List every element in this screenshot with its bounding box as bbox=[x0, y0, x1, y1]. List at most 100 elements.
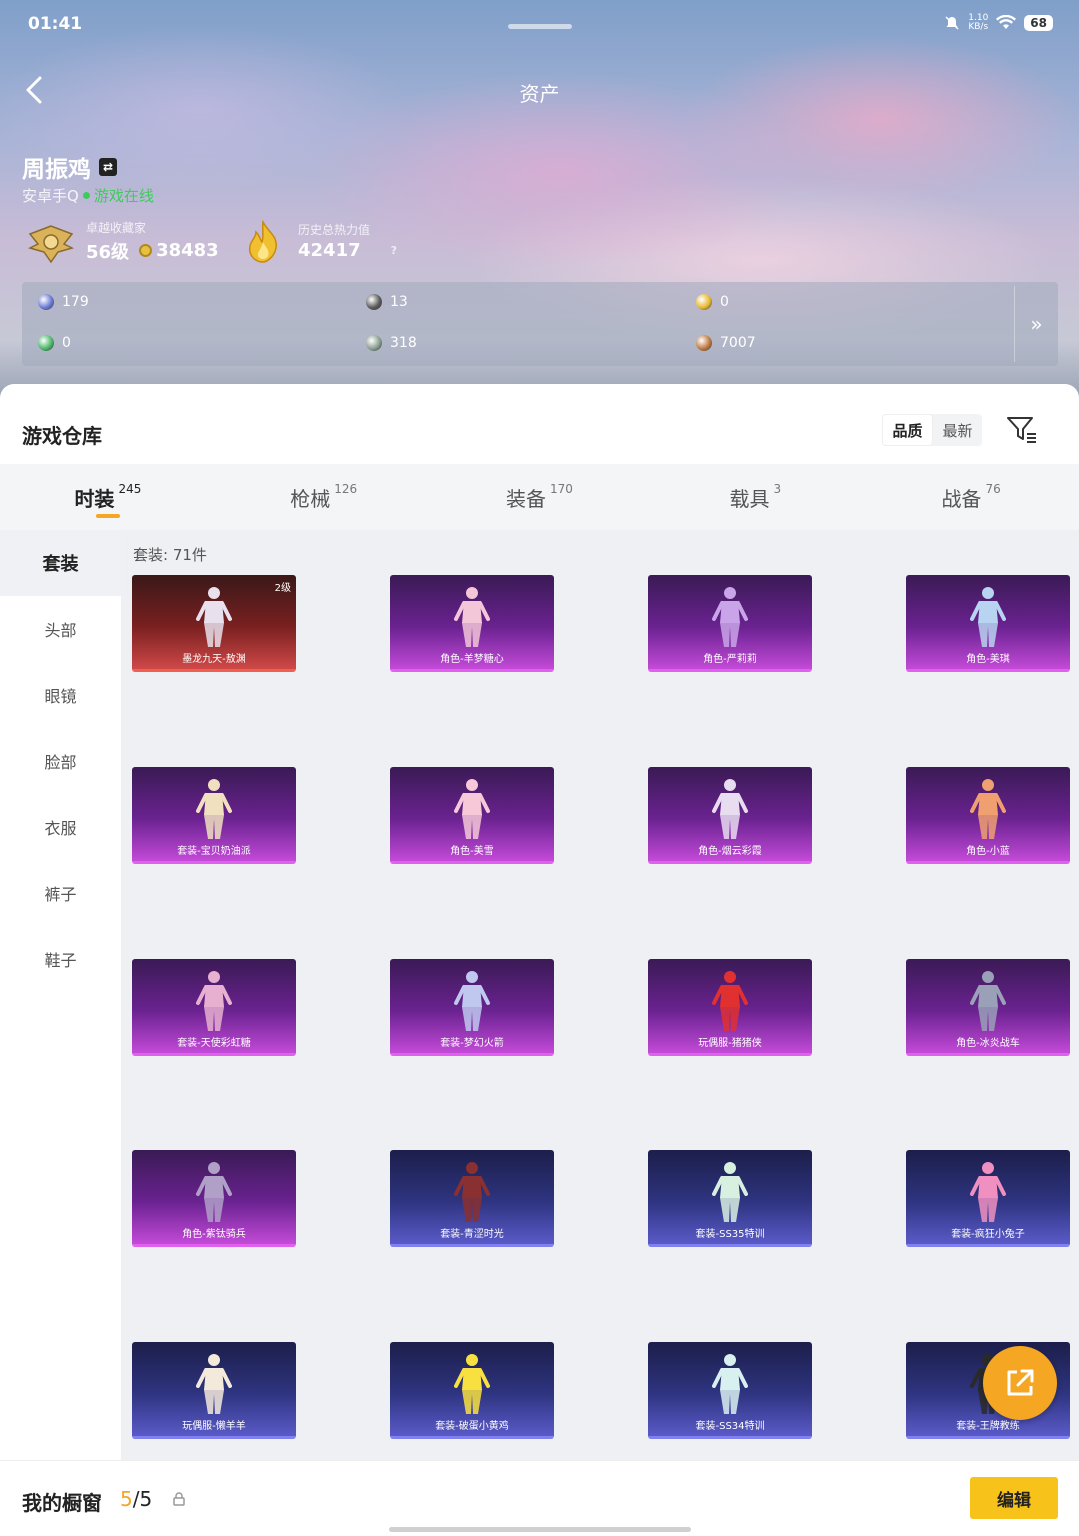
page-title: 资产 bbox=[519, 82, 560, 106]
double-chevron-right-icon: » bbox=[1030, 312, 1043, 336]
character-figure-icon bbox=[970, 1162, 1006, 1222]
grid-item[interactable]: 套装-SS35特训 bbox=[648, 1150, 812, 1247]
help-icon[interactable]: ? bbox=[391, 244, 397, 257]
grid-item[interactable]: 角色-小蓝 bbox=[906, 767, 1070, 864]
bronze-coin-icon bbox=[696, 335, 712, 351]
player-name: 周振鸡 ⇄ bbox=[22, 150, 117, 184]
grid-item[interactable]: 玩偶服-猪猪侠 bbox=[648, 959, 812, 1056]
card-icon bbox=[38, 294, 54, 310]
showcase-label: 我的橱窗 bbox=[22, 1491, 102, 1515]
grid-item[interactable]: 套装-破蛋小黄鸡 bbox=[390, 1342, 554, 1439]
character-figure-icon bbox=[454, 1354, 490, 1414]
grid-item[interactable]: 角色-严莉莉 bbox=[648, 575, 812, 672]
side-item-head[interactable]: 头部 bbox=[0, 596, 121, 662]
edit-button[interactable]: 编辑 bbox=[970, 1477, 1058, 1519]
grid-item[interactable]: 套装-疯狂小兔子 bbox=[906, 1150, 1070, 1247]
grid-item[interactable]: 套装-天使彩虹糖 bbox=[132, 959, 296, 1056]
side-item-pants[interactable]: 裤子 bbox=[0, 860, 121, 926]
resource-item: 7007 bbox=[696, 335, 756, 351]
grid-item[interactable]: 套装-青涩时光 bbox=[390, 1150, 554, 1247]
tab-fashion[interactable]: 时装 245 bbox=[0, 464, 216, 530]
showcase-bar: 我的橱窗 5/5 编辑 bbox=[0, 1460, 1079, 1536]
resources-expand-button[interactable]: » bbox=[1014, 286, 1058, 362]
resource-item: 0 bbox=[38, 335, 71, 351]
grid-item[interactable]: 角色-冰炎战车 bbox=[906, 959, 1070, 1056]
tab-equipment[interactable]: 装备 170 bbox=[432, 464, 648, 530]
character-figure-icon bbox=[712, 1354, 748, 1414]
drag-handle bbox=[508, 24, 572, 29]
item-label: 玩偶服-懒羊羊 bbox=[182, 1421, 246, 1432]
resource-item: 318 bbox=[366, 335, 417, 351]
grid-title: 套装: 71件 bbox=[133, 546, 207, 564]
collector-badge[interactable]: 卓越收藏家 56级 38483 bbox=[26, 218, 219, 264]
item-label: 套装-SS34特训 bbox=[695, 1421, 765, 1432]
item-label: 角色-羊梦糖心 bbox=[440, 654, 504, 665]
grid-item[interactable]: 套装-SS34特训 bbox=[648, 1342, 812, 1439]
item-label: 套装-王牌教练 bbox=[956, 1421, 1020, 1432]
grid-item[interactable]: 角色-美琪 bbox=[906, 575, 1070, 672]
coin-icon bbox=[139, 244, 153, 257]
character-figure-icon bbox=[196, 779, 232, 839]
character-figure-icon bbox=[712, 587, 748, 647]
grid-item[interactable]: 2级 墨龙九天-敖渊 bbox=[132, 575, 296, 672]
side-item-glasses[interactable]: 眼镜 bbox=[0, 662, 121, 728]
item-label: 套装-SS35特训 bbox=[695, 1229, 765, 1240]
share-button[interactable] bbox=[983, 1346, 1057, 1420]
item-label: 角色-严莉莉 bbox=[703, 654, 757, 665]
heat-value: 42417 bbox=[298, 240, 361, 261]
grid-item[interactable]: 玩偶服-懒羊羊 bbox=[132, 1342, 296, 1439]
character-figure-icon bbox=[196, 587, 232, 647]
tab-active-indicator bbox=[95, 514, 120, 518]
character-figure-icon bbox=[970, 587, 1006, 647]
item-label: 套装-青涩时光 bbox=[440, 1229, 504, 1240]
side-item-clothes[interactable]: 衣服 bbox=[0, 794, 121, 860]
mute-bell-icon bbox=[945, 16, 959, 30]
switch-account-icon[interactable]: ⇄ bbox=[99, 158, 117, 176]
grid-item[interactable]: 角色-紫钛骑兵 bbox=[132, 1150, 296, 1247]
tab-supplies[interactable]: 战备 76 bbox=[863, 464, 1079, 530]
character-figure-icon bbox=[970, 971, 1006, 1031]
character-figure-icon bbox=[454, 971, 490, 1031]
grid-item[interactable]: 角色-美雪 bbox=[390, 767, 554, 864]
warehouse-title: 游戏仓库 bbox=[22, 424, 102, 448]
flame-icon bbox=[248, 219, 277, 263]
character-figure-icon bbox=[970, 779, 1006, 839]
grid-item[interactable]: 套装-梦幻火箭 bbox=[390, 959, 554, 1056]
side-item-shoes[interactable]: 鞋子 bbox=[0, 926, 121, 992]
item-label: 角色-小蓝 bbox=[966, 846, 1010, 857]
tab-vehicles[interactable]: 载具 3 bbox=[647, 464, 863, 530]
character-figure-icon bbox=[454, 587, 490, 647]
item-label: 角色-冰炎战车 bbox=[956, 1038, 1020, 1049]
item-label: 角色-紫钛骑兵 bbox=[182, 1229, 246, 1240]
character-figure-icon bbox=[712, 971, 748, 1031]
profile-header: 01:41 1.10 KB/s 68 资产 周振鸡 ⇄ 安卓手Q 游戏在线 卓越收… bbox=[0, 0, 1079, 400]
heat-label: 历史总热力值 bbox=[298, 223, 371, 237]
sort-newest[interactable]: 最新 bbox=[933, 414, 982, 446]
lock-icon bbox=[173, 1492, 185, 1506]
heat-badge[interactable]: 历史总热力值 42417 ? bbox=[238, 218, 397, 264]
character-figure-icon bbox=[454, 1162, 490, 1222]
player-platform: 安卓手Q 游戏在线 bbox=[22, 187, 154, 205]
net-speed: 1.10 KB/s bbox=[968, 13, 989, 32]
status-bar: 01:41 1.10 KB/s 68 bbox=[28, 14, 1053, 40]
collector-level: 56级 bbox=[86, 241, 130, 263]
item-label: 角色-美琪 bbox=[966, 654, 1010, 665]
filter-icon[interactable] bbox=[1005, 414, 1039, 444]
wifi-icon bbox=[996, 15, 1017, 29]
character-figure-icon bbox=[196, 1354, 232, 1414]
tab-weapons[interactable]: 枪械 126 bbox=[216, 464, 432, 530]
green-ticket-icon bbox=[38, 335, 54, 351]
sort-quality[interactable]: 品质 bbox=[882, 414, 933, 446]
grid-item[interactable]: 套装-宝贝奶油派 bbox=[132, 767, 296, 864]
item-label: 套装-天使彩虹糖 bbox=[177, 1038, 251, 1049]
external-link-icon bbox=[1007, 1369, 1034, 1396]
gear-coin-icon bbox=[366, 294, 382, 310]
item-label: 角色-美雪 bbox=[450, 846, 494, 857]
grid-item[interactable]: 角色-烟云彩霞 bbox=[648, 767, 812, 864]
grid-item[interactable]: 角色-羊梦糖心 bbox=[390, 575, 554, 672]
side-item-outfit[interactable]: 套装 bbox=[0, 530, 121, 596]
resource-item: 179 bbox=[38, 294, 89, 310]
resource-item: 13 bbox=[366, 294, 408, 310]
collector-title: 卓越收藏家 bbox=[86, 220, 147, 235]
side-item-face[interactable]: 脸部 bbox=[0, 728, 121, 794]
